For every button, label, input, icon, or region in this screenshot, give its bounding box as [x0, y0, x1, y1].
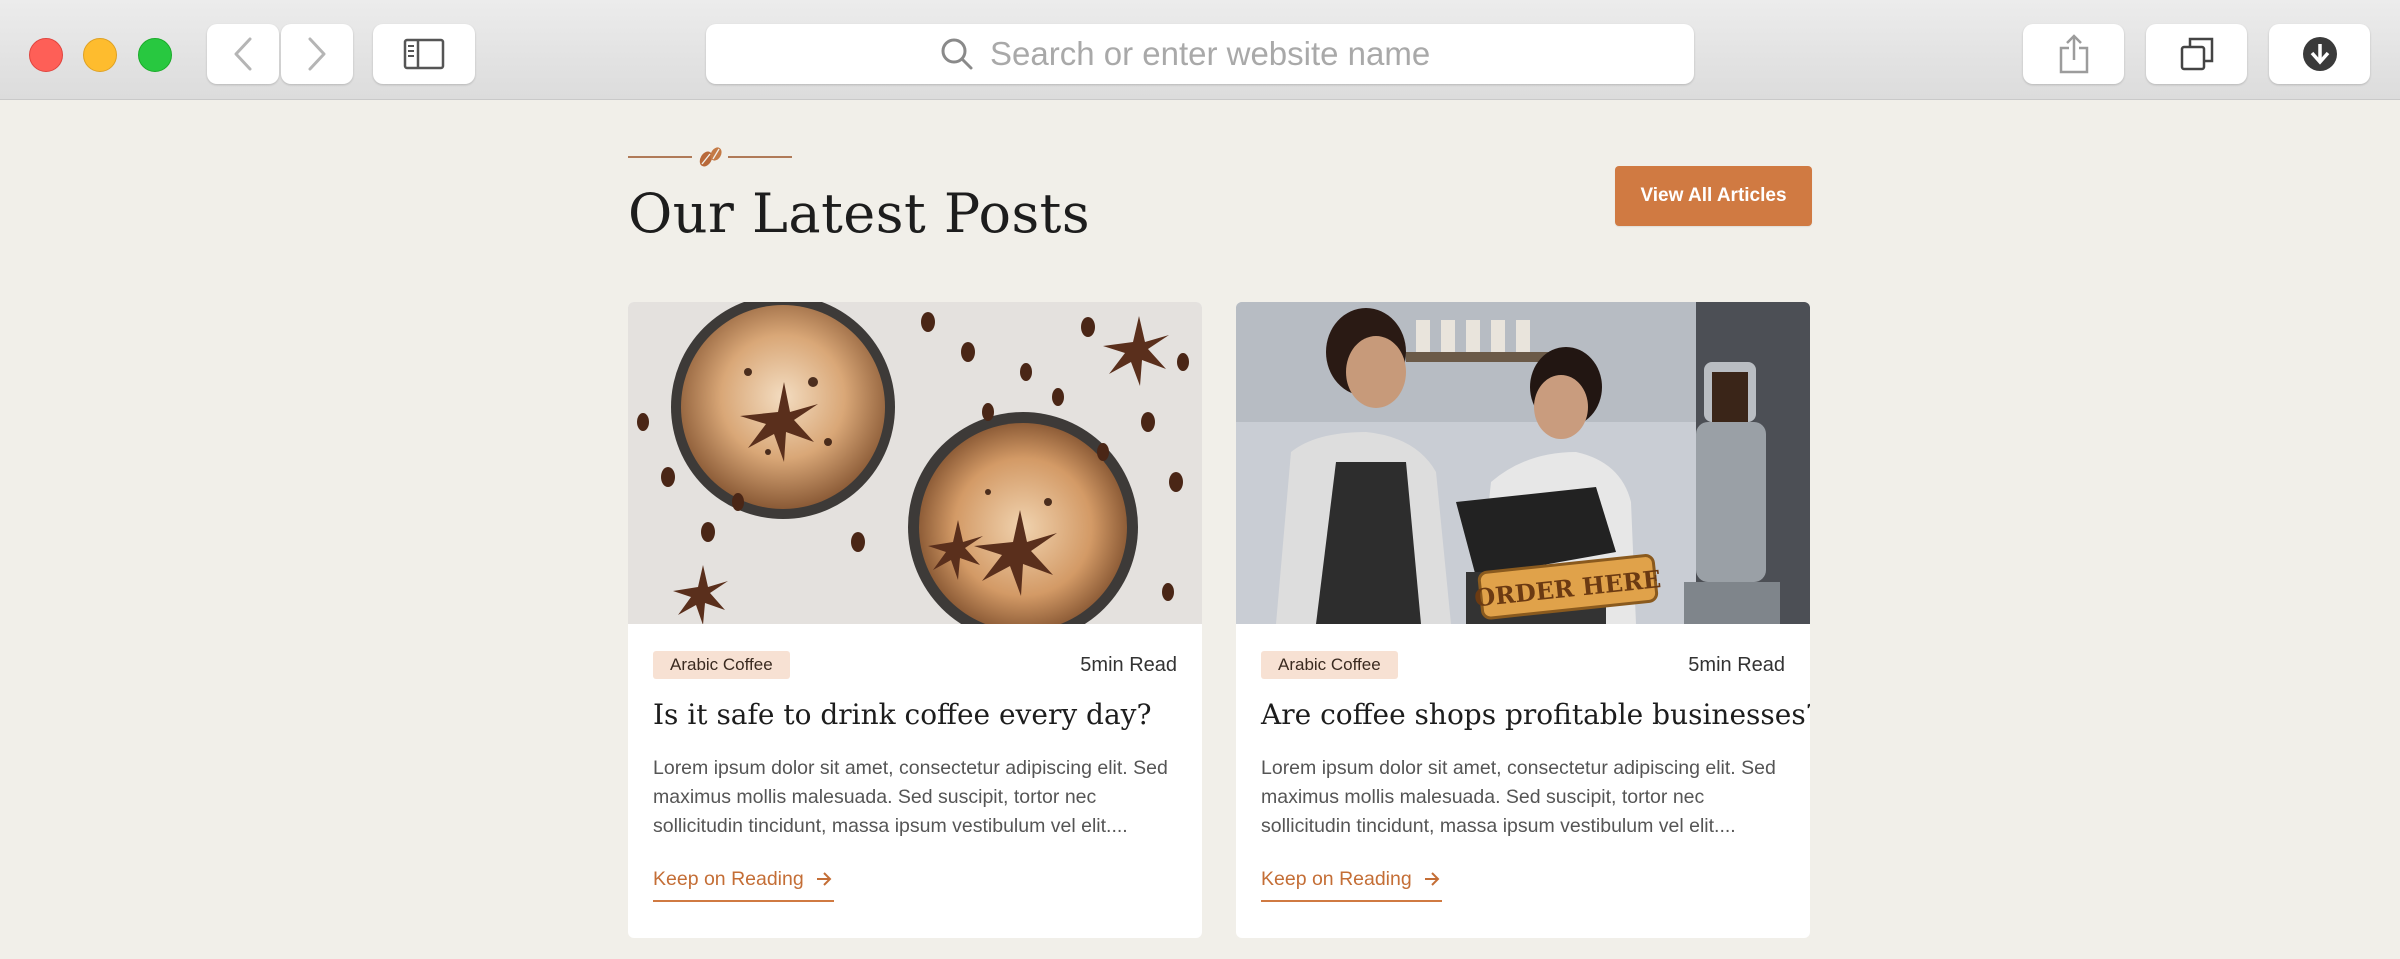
post-image-baristas[interactable]: ORDER HERE — [1236, 302, 1810, 624]
post-title[interactable]: Is it safe to drink coffee every day? — [653, 698, 1183, 731]
coffee-beans-icon — [699, 147, 722, 167]
post-title[interactable]: Are coffee shops profitable businesses? — [1261, 698, 1810, 731]
minimize-window-button[interactable] — [83, 38, 117, 72]
keep-reading-label: Keep on Reading — [1261, 868, 1412, 890]
view-all-articles-button[interactable]: View All Articles — [1615, 166, 1812, 226]
tabs-icon — [2180, 37, 2213, 71]
read-time: 5min Read — [1080, 654, 1177, 676]
address-bar[interactable] — [706, 24, 1694, 84]
share-button[interactable] — [2023, 24, 2124, 84]
category-badge[interactable]: Arabic Coffee — [1261, 651, 1398, 679]
address-input[interactable] — [990, 35, 1460, 73]
tab-overview-button[interactable] — [2146, 24, 2247, 84]
post-excerpt: Lorem ipsum dolor sit amet, consectetur … — [653, 757, 1168, 837]
post-card[interactable]: Arabic Coffee 5min Read Is it safe to dr… — [628, 302, 1202, 938]
post-image-coffee-glasses[interactable] — [628, 302, 1202, 624]
keep-reading-link[interactable]: Keep on Reading — [653, 868, 834, 902]
back-icon — [234, 37, 252, 71]
forward-button[interactable] — [281, 24, 353, 84]
arrow-right-icon — [1424, 872, 1440, 886]
arrow-right-icon — [816, 872, 832, 886]
keep-reading-link[interactable]: Keep on Reading — [1261, 868, 1442, 902]
post-card[interactable]: ORDER HERE Arabic Coffee 5min Read Are c… — [1236, 302, 1810, 938]
read-time: 5min Read — [1688, 654, 1785, 676]
sidebar-icon — [403, 38, 445, 70]
zoom-window-button[interactable] — [138, 38, 172, 72]
downloads-button[interactable] — [2269, 24, 2370, 84]
browser-toolbar — [0, 0, 2400, 100]
post-excerpt: Lorem ipsum dolor sit amet, consectetur … — [1261, 757, 1776, 837]
ornament-line — [728, 156, 792, 158]
ornament-line — [628, 156, 692, 158]
category-badge[interactable]: Arabic Coffee — [653, 651, 790, 679]
sidebar-toggle-button[interactable] — [373, 24, 475, 84]
search-icon — [941, 38, 973, 70]
close-window-button[interactable] — [29, 38, 63, 72]
keep-reading-label: Keep on Reading — [653, 868, 804, 890]
section-title: Our Latest Posts — [628, 182, 1091, 245]
share-icon — [2059, 34, 2088, 74]
section-ornament — [628, 146, 792, 167]
forward-icon — [308, 37, 326, 71]
back-button[interactable] — [207, 24, 279, 84]
download-icon — [2302, 37, 2337, 71]
